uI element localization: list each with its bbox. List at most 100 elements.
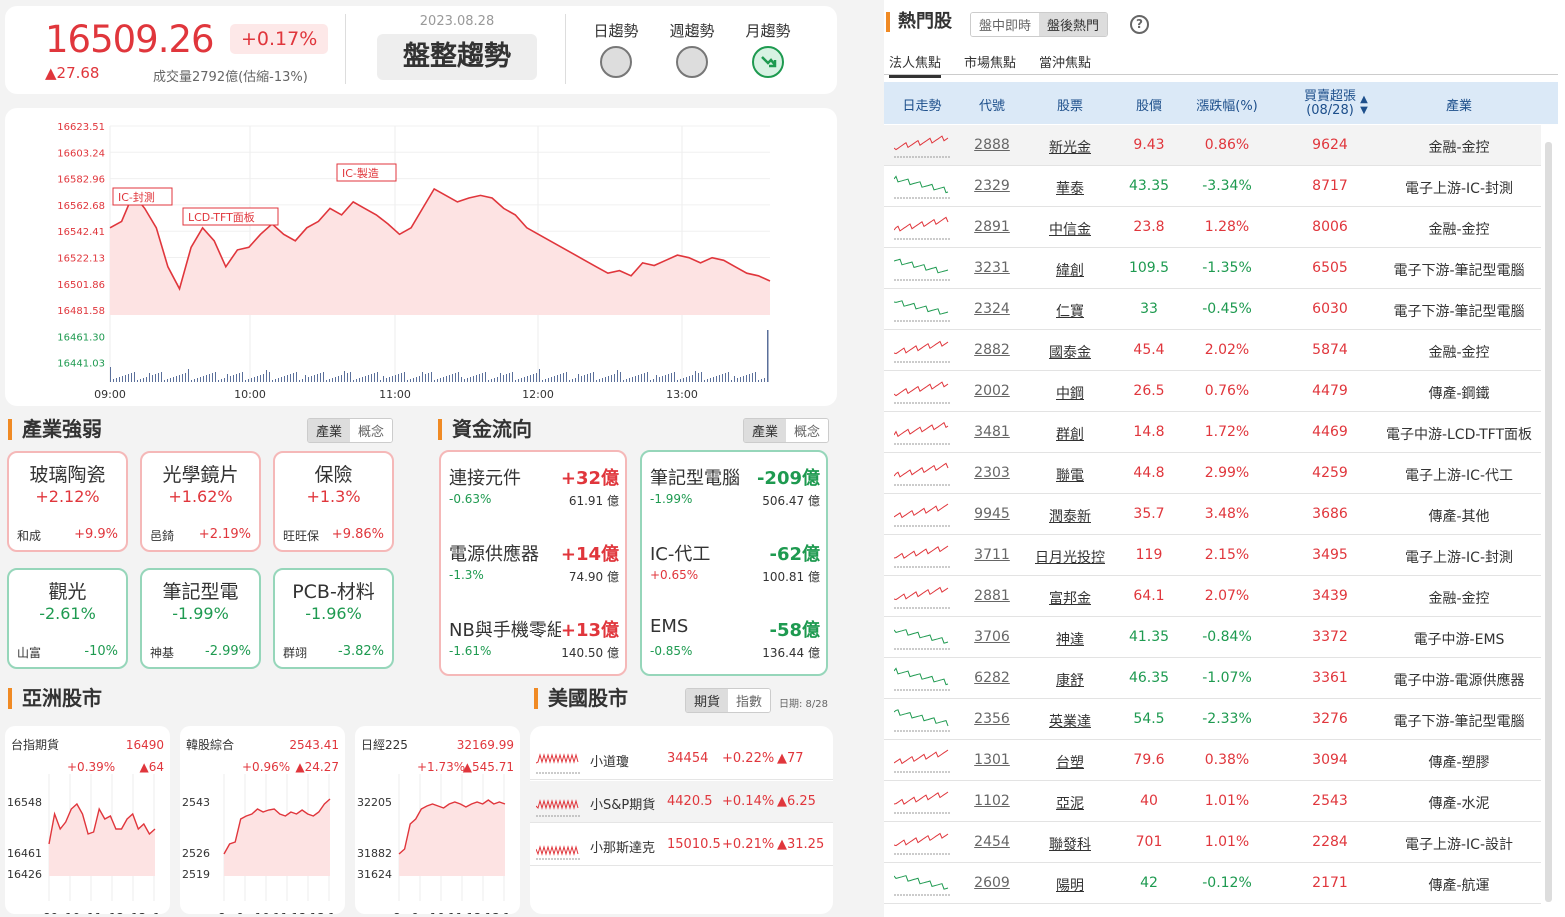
- stock-code[interactable]: 2002: [960, 383, 1024, 399]
- stock-name[interactable]: 中鋼: [1024, 383, 1116, 403]
- stock-code[interactable]: 9945: [960, 506, 1024, 522]
- daily-trend-indicator[interactable]: [600, 46, 632, 78]
- stock-code[interactable]: 6282: [960, 670, 1024, 686]
- flow-concept-tab[interactable]: 概念: [786, 419, 829, 442]
- stock-name[interactable]: 亞泥: [1024, 793, 1116, 813]
- stock-name[interactable]: 中信金: [1024, 219, 1116, 239]
- volume-bar: [674, 372, 675, 382]
- industry-card[interactable]: 觀光 -2.61% 山富 -10%: [7, 568, 128, 669]
- stock-code[interactable]: 2303: [960, 465, 1024, 481]
- stock-code[interactable]: 2891: [960, 219, 1024, 235]
- table-row[interactable]: 6282 康舒 46.35 -1.07% 3361 電子中游-電源供應器: [884, 658, 1541, 699]
- industry-card[interactable]: 玻璃陶瓷 +2.12% 和成 +9.9%: [7, 451, 128, 552]
- tab-daytrade[interactable]: 當沖焦點: [1039, 52, 1091, 71]
- stock-name[interactable]: 日月光投控: [1024, 547, 1116, 567]
- stock-name[interactable]: 華泰: [1024, 178, 1116, 198]
- industry-pct: -1.96%: [305, 604, 362, 623]
- stock-netbuy: 4259: [1312, 465, 1348, 481]
- us-row[interactable]: 小道瓊 34454 +0.22% ▲77: [530, 738, 833, 780]
- table-row[interactable]: 1301 台塑 79.6 0.38% 3094 傳產-塑膠: [884, 740, 1541, 781]
- table-row[interactable]: 2324 仁寶 33 -0.45% 6030 電子下游-筆記型電腦: [884, 289, 1541, 330]
- table-row[interactable]: 2303 聯電 44.8 2.99% 4259 電子上游-IC-代工: [884, 453, 1541, 494]
- industry-card[interactable]: PCB-材料 -1.96% 群翊 -3.82%: [273, 568, 394, 669]
- flow-item[interactable]: IC-代工 -62億 +0.65% 100.81 億: [650, 540, 820, 600]
- stock-code[interactable]: 2324: [960, 301, 1024, 317]
- help-icon[interactable]: ?: [1130, 15, 1149, 34]
- stock-name[interactable]: 陽明: [1024, 875, 1116, 895]
- table-row[interactable]: 3481 群創 14.8 1.72% 4469 電子中游-LCD-TFT面板: [884, 412, 1541, 453]
- us-row[interactable]: 小S&P期貨 4420.5 +0.14% ▲6.25: [530, 781, 833, 823]
- asia-card[interactable]: 韓股綜合2543.41+0.96%▲24.2725432526251989101…: [180, 726, 345, 914]
- stock-name[interactable]: 國泰金: [1024, 342, 1116, 362]
- sort-icon[interactable]: ▲ ▼: [1357, 94, 1371, 116]
- table-row[interactable]: 2002 中鋼 26.5 0.76% 4479 傳產-鋼鐵: [884, 371, 1541, 412]
- concept-tab[interactable]: 概念: [350, 419, 393, 442]
- stock-code[interactable]: 3706: [960, 629, 1024, 645]
- stock-code[interactable]: 2888: [960, 137, 1024, 153]
- stock-code[interactable]: 2329: [960, 178, 1024, 194]
- stock-code[interactable]: 2454: [960, 834, 1024, 850]
- hot-stocks-panel: 熱門股 盤中即時 盤後熱門 ? 法人焦點 市場焦點 當沖焦點 日走勢 代號 股票…: [884, 0, 1565, 917]
- stock-name[interactable]: 仁寶: [1024, 301, 1116, 321]
- industry-tab[interactable]: 產業: [308, 419, 351, 442]
- stock-code[interactable]: 3711: [960, 547, 1024, 563]
- table-row[interactable]: 2881 富邦金 64.1 2.07% 3439 金融-金控: [884, 576, 1541, 617]
- table-row[interactable]: 3231 緯創 109.5 -1.35% 6505 電子下游-筆記型電腦: [884, 248, 1541, 289]
- monthly-trend-indicator[interactable]: [752, 46, 784, 78]
- flow-item[interactable]: 電源供應器 +14億 -1.3% 74.90 億: [449, 540, 619, 600]
- flow-industry-tab[interactable]: 產業: [744, 419, 787, 442]
- volume-bar: [620, 372, 621, 382]
- flow-item[interactable]: 連接元件 +32億 -0.63% 61.91 億: [449, 464, 619, 524]
- table-row[interactable]: 3706 神達 41.35 -0.84% 3372 電子中游-EMS: [884, 617, 1541, 658]
- table-row[interactable]: 1102 亞泥 40 1.01% 2543 傳產-水泥: [884, 781, 1541, 822]
- stock-name[interactable]: 聯電: [1024, 465, 1116, 485]
- table-row[interactable]: 2609 陽明 42 -0.12% 2171 傳產-航運: [884, 863, 1541, 904]
- asia-card[interactable]: 台指期貨16490+0.39%▲641654816461164268910111…: [5, 726, 170, 914]
- table-row[interactable]: 2891 中信金 23.8 1.28% 8006 金融-金控: [884, 207, 1541, 248]
- table-row[interactable]: 2356 英業達 54.5 -2.33% 3276 電子下游-筆記型電腦: [884, 699, 1541, 740]
- stock-name[interactable]: 潤泰新: [1024, 506, 1116, 526]
- table-row[interactable]: 2454 聯發科 701 1.01% 2284 電子上游-IC-設計: [884, 822, 1541, 863]
- asia-card[interactable]: 日經225 32169.99 +1.73% ▲545.71 32205 31882 3162…: [355, 726, 520, 914]
- tab-market[interactable]: 市場焦點: [964, 52, 1016, 71]
- us-row[interactable]: 小那斯達克 15010.5 +0.21% ▲31.25: [530, 824, 833, 866]
- industry-card[interactable]: 光學鏡片 +1.62% 邑錡 +2.19%: [140, 451, 261, 552]
- stock-name[interactable]: 聯發科: [1024, 834, 1116, 854]
- table-row[interactable]: 2329 華泰 43.35 -3.34% 8717 電子上游-IC-封測: [884, 166, 1541, 207]
- volume-bar: [365, 376, 366, 382]
- table-row[interactable]: 3711 日月光投控 119 2.15% 3495 電子上游-IC-封測: [884, 535, 1541, 576]
- stock-name[interactable]: 緯創: [1024, 260, 1116, 280]
- stock-name[interactable]: 富邦金: [1024, 588, 1116, 608]
- after-hours-tab[interactable]: 盤後熱門: [1039, 13, 1108, 36]
- table-row[interactable]: 2882 國泰金 45.4 2.02% 5874 金融-金控: [884, 330, 1541, 371]
- stock-name[interactable]: 神達: [1024, 629, 1116, 649]
- stock-name[interactable]: 康舒: [1024, 670, 1116, 690]
- stock-code[interactable]: 2609: [960, 875, 1024, 891]
- flow-item[interactable]: NB與手機零組 +13億 -1.61% 140.50 億: [449, 616, 619, 676]
- futures-tab[interactable]: 期貨: [686, 689, 729, 712]
- stock-name[interactable]: 新光金: [1024, 137, 1116, 157]
- asia-x-tick: 9: [411, 911, 419, 914]
- intraday-tab[interactable]: 盤中即時: [971, 13, 1040, 36]
- stock-code[interactable]: 1301: [960, 752, 1024, 768]
- stock-name[interactable]: 台塑: [1024, 752, 1116, 772]
- stock-code[interactable]: 2882: [960, 342, 1024, 358]
- flow-item[interactable]: EMS -58億 -0.85% 136.44 億: [650, 616, 820, 676]
- weekly-trend-indicator[interactable]: [676, 46, 708, 78]
- stock-code[interactable]: 3231: [960, 260, 1024, 276]
- industry-card[interactable]: 保險 +1.3% 旺旺保 +9.86%: [273, 451, 394, 552]
- table-row[interactable]: 2888 新光金 9.43 0.86% 9624 金融-金控: [884, 125, 1541, 166]
- stock-code[interactable]: 2356: [960, 711, 1024, 727]
- scrollbar[interactable]: [1545, 142, 1552, 902]
- stock-name[interactable]: 群創: [1024, 424, 1116, 444]
- table-row[interactable]: 9945 潤泰新 35.7 3.48% 3686 傳產-其他: [884, 494, 1541, 535]
- indices-tab[interactable]: 指數: [728, 689, 771, 712]
- stock-name[interactable]: 英業達: [1024, 711, 1116, 731]
- industry-card[interactable]: 筆記型電 -1.99% 神基 -2.99%: [140, 568, 261, 669]
- volume-bar: [389, 377, 390, 382]
- stock-code[interactable]: 1102: [960, 793, 1024, 809]
- asia-sparkline: [398, 774, 506, 901]
- flow-item[interactable]: 筆記型電腦 -209億 -1.99% 506.47 億: [650, 464, 820, 524]
- stock-code[interactable]: 3481: [960, 424, 1024, 440]
- stock-code[interactable]: 2881: [960, 588, 1024, 604]
